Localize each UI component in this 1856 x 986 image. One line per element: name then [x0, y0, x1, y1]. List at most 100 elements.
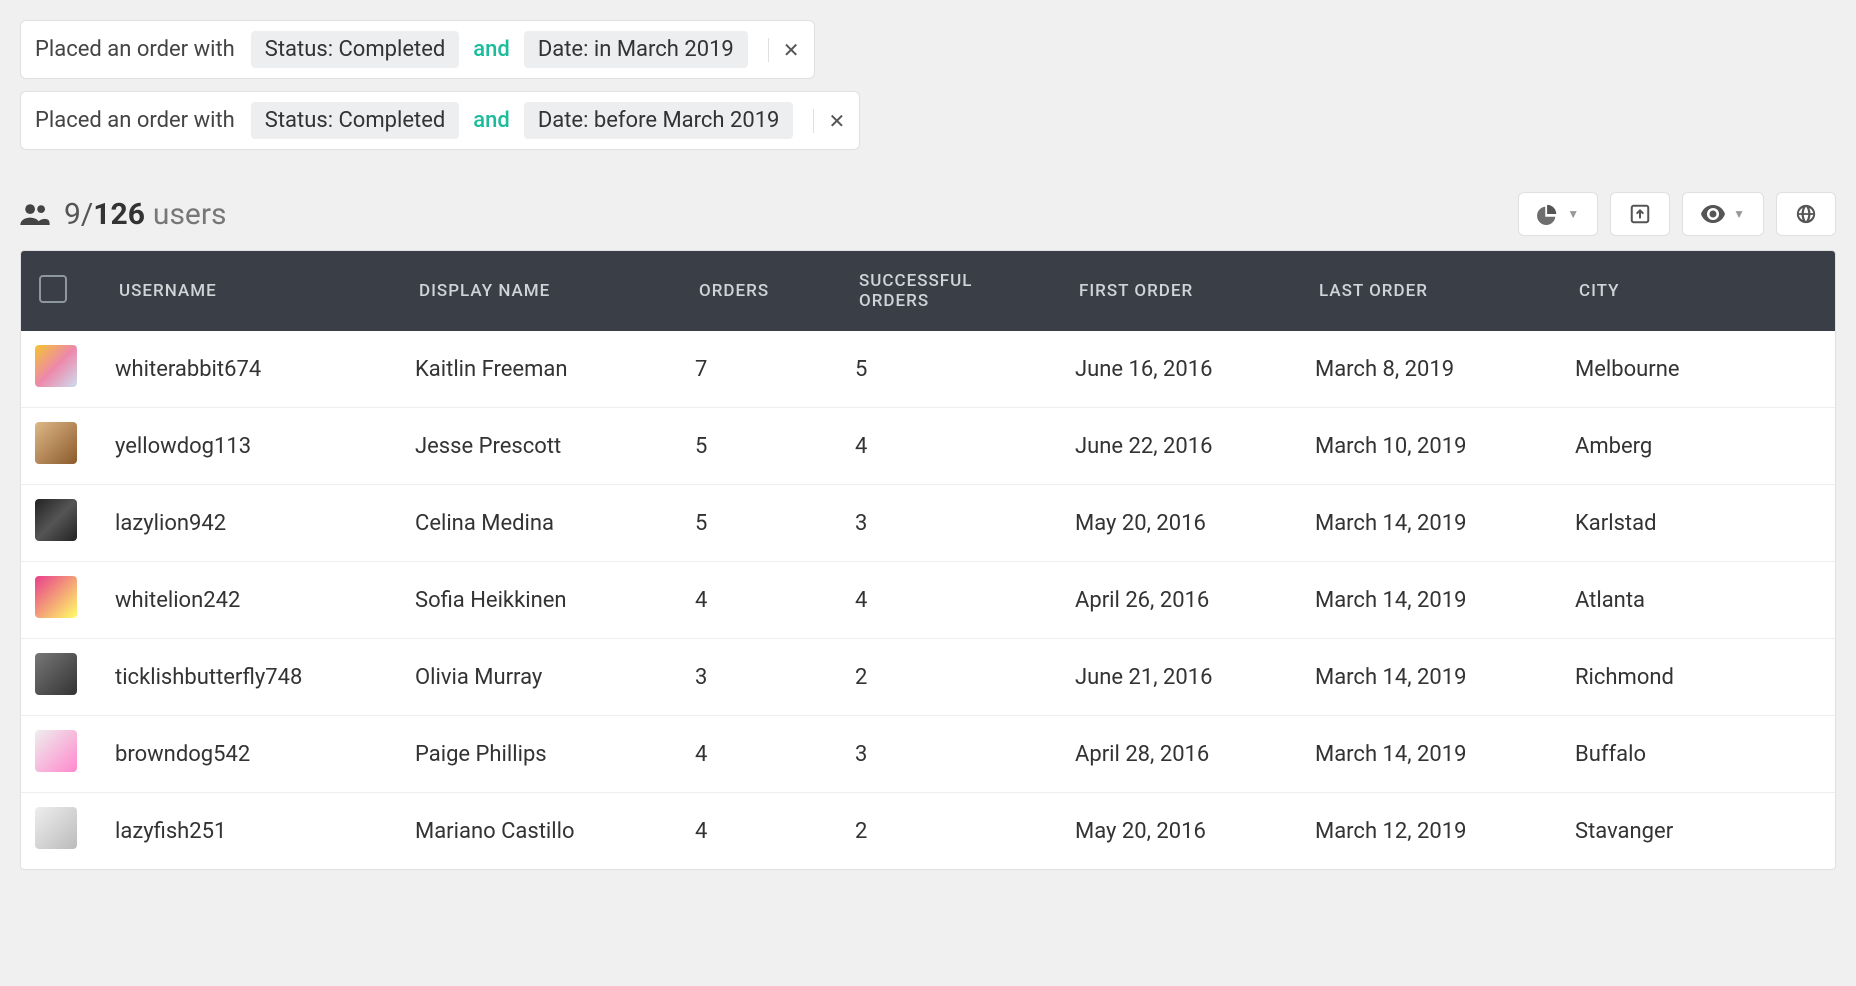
cell-orders: 4: [695, 819, 855, 844]
cell-successful: 2: [855, 819, 1075, 844]
cell-city: Melbourne: [1575, 357, 1821, 382]
select-all-checkbox[interactable]: [39, 275, 67, 303]
cell-display-name: Kaitlin Freeman: [415, 357, 695, 382]
cell-successful: 4: [855, 588, 1075, 613]
table-row[interactable]: browndog542Paige Phillips43April 28, 201…: [21, 715, 1835, 792]
users-table: USERNAME DISPLAY NAME ORDERS SUCCESSFUL …: [20, 250, 1836, 870]
cell-city: Amberg: [1575, 434, 1821, 459]
select-all-cell: [35, 267, 115, 316]
results-total: 126: [93, 197, 145, 232]
cell-display-name: Sofia Heikkinen: [415, 588, 695, 613]
cell-last-order: March 14, 2019: [1315, 511, 1575, 536]
cell-username: yellowdog113: [115, 434, 415, 459]
cell-display-name: Paige Phillips: [415, 742, 695, 767]
filter-tag-date[interactable]: Date: in March 2019: [524, 31, 748, 68]
cell-successful: 4: [855, 434, 1075, 459]
cell-city: Buffalo: [1575, 742, 1821, 767]
cell-orders: 5: [695, 511, 855, 536]
cell-successful: 3: [855, 511, 1075, 536]
avatar: [35, 653, 77, 695]
cell-first-order: May 20, 2016: [1075, 819, 1315, 844]
toolbar: ▼ ▼: [1518, 192, 1836, 236]
open-in-new-icon: [1629, 203, 1651, 225]
table-row[interactable]: yellowdog113Jesse Prescott54June 22, 201…: [21, 407, 1835, 484]
avatar: [35, 345, 77, 387]
filter-tag-status[interactable]: Status: Completed: [251, 31, 460, 68]
pie-chart-icon: [1537, 203, 1559, 225]
cell-city: Atlanta: [1575, 588, 1821, 613]
results-count: 9 / 126 users: [20, 197, 227, 232]
cell-city: Stavanger: [1575, 819, 1821, 844]
filter-conjunction: and: [473, 37, 510, 62]
col-orders[interactable]: ORDERS: [695, 273, 855, 309]
avatar: [35, 422, 77, 464]
chart-button[interactable]: ▼: [1518, 192, 1598, 236]
cell-display-name: Mariano Castillo: [415, 819, 695, 844]
cell-last-order: March 10, 2019: [1315, 434, 1575, 459]
filter-tag-status[interactable]: Status: Completed: [251, 102, 460, 139]
cell-username: browndog542: [115, 742, 415, 767]
col-display-name[interactable]: DISPLAY NAME: [415, 273, 695, 309]
cell-successful: 2: [855, 665, 1075, 690]
cell-username: whitelion242: [115, 588, 415, 613]
cell-display-name: Celina Medina: [415, 511, 695, 536]
export-button[interactable]: [1610, 192, 1670, 236]
filter-conjunction: and: [473, 108, 510, 133]
table-row[interactable]: whitelion242Sofia Heikkinen44April 26, 2…: [21, 561, 1835, 638]
cell-last-order: March 14, 2019: [1315, 665, 1575, 690]
table-row[interactable]: ticklishbutterfly748Olivia Murray32June …: [21, 638, 1835, 715]
close-icon[interactable]: ✕: [813, 109, 845, 133]
cell-last-order: March 14, 2019: [1315, 742, 1575, 767]
cell-successful: 5: [855, 357, 1075, 382]
cell-city: Richmond: [1575, 665, 1821, 690]
avatar: [35, 576, 77, 618]
table-row[interactable]: lazyfish251Mariano Castillo42May 20, 201…: [21, 792, 1835, 869]
visibility-button[interactable]: ▼: [1682, 192, 1764, 236]
cell-first-order: June 16, 2016: [1075, 357, 1315, 382]
table-row[interactable]: whiterabbit674Kaitlin Freeman75June 16, …: [21, 331, 1835, 407]
filter-chip-0[interactable]: Placed an order with Status: Completed a…: [20, 20, 815, 79]
cell-orders: 3: [695, 665, 855, 690]
filter-prefix: Placed an order with: [35, 108, 235, 133]
col-last-order[interactable]: LAST ORDER: [1315, 273, 1575, 309]
cell-successful: 3: [855, 742, 1075, 767]
filter-chip-1[interactable]: Placed an order with Status: Completed a…: [20, 91, 860, 150]
cell-display-name: Olivia Murray: [415, 665, 695, 690]
cell-username: ticklishbutterfly748: [115, 665, 415, 690]
cell-display-name: Jesse Prescott: [415, 434, 695, 459]
avatar: [35, 807, 77, 849]
cell-orders: 4: [695, 742, 855, 767]
col-first-order[interactable]: FIRST ORDER: [1075, 273, 1315, 309]
col-city[interactable]: CITY: [1575, 273, 1821, 309]
cell-orders: 4: [695, 588, 855, 613]
cell-first-order: May 20, 2016: [1075, 511, 1315, 536]
close-icon[interactable]: ✕: [768, 38, 800, 62]
cell-last-order: March 14, 2019: [1315, 588, 1575, 613]
globe-icon: [1795, 203, 1817, 225]
cell-first-order: April 28, 2016: [1075, 742, 1315, 767]
cell-first-order: April 26, 2016: [1075, 588, 1315, 613]
results-shown: 9: [64, 197, 81, 232]
results-label: users: [153, 197, 227, 232]
filter-tag-date[interactable]: Date: before March 2019: [524, 102, 794, 139]
cell-username: whiterabbit674: [115, 357, 415, 382]
eye-icon: [1701, 203, 1725, 225]
col-successful-orders[interactable]: SUCCESSFUL ORDERS: [855, 263, 1075, 319]
globe-button[interactable]: [1776, 192, 1836, 236]
cell-orders: 7: [695, 357, 855, 382]
people-icon: [20, 203, 50, 225]
results-separator: /: [81, 197, 93, 232]
table-body: whiterabbit674Kaitlin Freeman75June 16, …: [21, 331, 1835, 869]
cell-city: Karlstad: [1575, 511, 1821, 536]
results-bar: 9 / 126 users ▼ ▼: [20, 192, 1836, 236]
cell-username: lazyfish251: [115, 819, 415, 844]
cell-first-order: June 22, 2016: [1075, 434, 1315, 459]
filter-prefix: Placed an order with: [35, 37, 235, 62]
chevron-down-icon: ▼: [1567, 207, 1579, 221]
cell-last-order: March 8, 2019: [1315, 357, 1575, 382]
col-username[interactable]: USERNAME: [115, 273, 415, 309]
chevron-down-icon: ▼: [1733, 207, 1745, 221]
cell-username: lazylion942: [115, 511, 415, 536]
cell-last-order: March 12, 2019: [1315, 819, 1575, 844]
table-row[interactable]: lazylion942Celina Medina53May 20, 2016Ma…: [21, 484, 1835, 561]
